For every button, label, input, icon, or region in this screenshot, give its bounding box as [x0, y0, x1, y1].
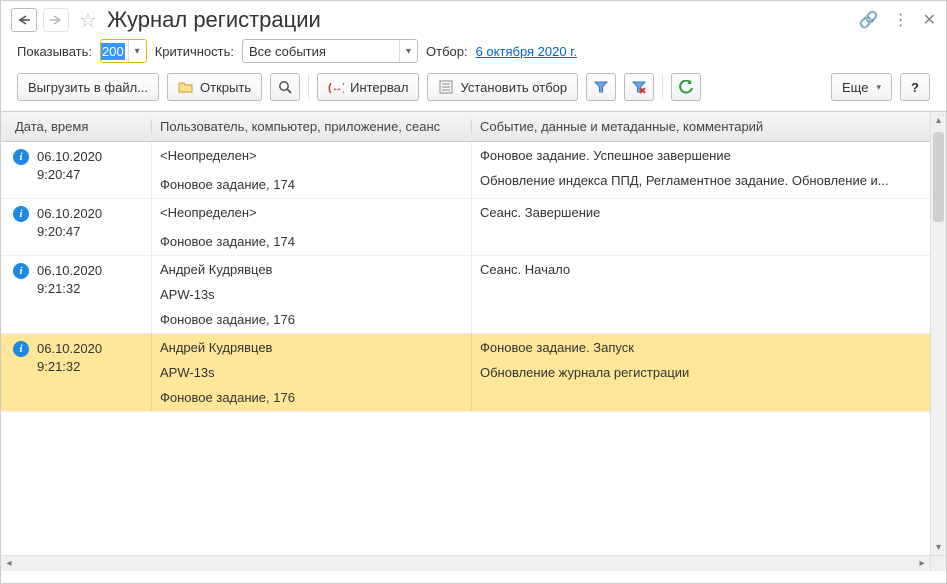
row-time: 9:21:32: [37, 358, 102, 376]
row-time: 9:20:47: [37, 166, 102, 184]
info-icon: i: [13, 263, 29, 279]
filter-date-link[interactable]: 6 октября 2020 г.: [476, 44, 577, 59]
criticality-value: Все события: [243, 44, 399, 59]
row-date: 06.10.2020: [37, 340, 102, 358]
folder-open-icon: [178, 79, 194, 95]
row-app: Фоновое задание, 174: [160, 234, 463, 249]
help-button[interactable]: ?: [900, 73, 930, 101]
row-user: <Неопределен>: [160, 205, 463, 220]
info-icon: i: [13, 341, 29, 357]
interval-button[interactable]: (↔) Интервал: [317, 73, 419, 101]
row-user: Андрей Кудрявцев: [160, 262, 463, 277]
table-header: Дата, время Пользователь, компьютер, при…: [1, 112, 946, 142]
cell-user: Андрей Кудрявцев APW-13s Фоновое задание, …: [151, 256, 471, 333]
svg-text:(↔): (↔): [328, 82, 344, 93]
refresh-icon: [678, 79, 694, 95]
refresh-button[interactable]: [671, 73, 701, 101]
cell-event: Сеанс. Завершение: [471, 199, 946, 255]
criticality-dropdown-icon[interactable]: ▾: [399, 40, 417, 62]
scroll-up-icon[interactable]: ▴: [931, 112, 946, 128]
cell-user: Андрей Кудрявцев APW-13s Фоновое задание, …: [151, 334, 471, 411]
vertical-scrollbar[interactable]: ▴ ▾: [930, 112, 946, 555]
funnel-icon: [593, 79, 609, 95]
horizontal-scrollbar[interactable]: ◂ ▸: [1, 555, 930, 571]
row-date: 06.10.2020: [37, 205, 102, 223]
set-filter-button[interactable]: Установить отбор: [427, 73, 578, 101]
show-count-value[interactable]: 200: [101, 43, 125, 60]
clear-filter-button[interactable]: [624, 73, 654, 101]
col-user-header[interactable]: Пользователь, компьютер, приложение, сеа…: [151, 119, 471, 134]
search-button[interactable]: [270, 73, 300, 101]
cell-date: i 06.10.20209:21:32: [1, 334, 151, 411]
link-icon[interactable]: 🔗: [859, 10, 879, 30]
cell-date: i 06.10.20209:20:47: [1, 142, 151, 198]
scroll-left-icon[interactable]: ◂: [1, 556, 17, 571]
row-time: 9:21:32: [37, 280, 102, 298]
magnifier-icon: [277, 79, 293, 95]
row-event: Фоновое задание. Запуск: [480, 340, 938, 355]
info-icon: i: [13, 149, 29, 165]
col-date-header[interactable]: Дата, время: [1, 119, 151, 134]
cell-user: <Неопределен> Фоновое задание, 174: [151, 142, 471, 198]
row-detail: Обновление журнала регистрации: [480, 365, 938, 380]
row-detail: Обновление индекса ППД, Регламентное зад…: [480, 173, 938, 188]
page-title: Журнал регистрации: [107, 7, 853, 33]
chevron-down-icon: ▾: [876, 82, 881, 93]
row-date: 06.10.2020: [37, 148, 102, 166]
row-date: 06.10.2020: [37, 262, 102, 280]
row-event: Фоновое задание. Успешное завершение: [480, 148, 938, 163]
row-app: Фоновое задание, 176: [160, 312, 463, 327]
table-row[interactable]: i 06.10.20209:21:32 Андрей Кудрявцев APW-13…: [1, 334, 946, 412]
scroll-down-icon[interactable]: ▾: [931, 539, 946, 555]
row-app: Фоновое задание, 174: [160, 177, 463, 192]
table-row[interactable]: i 06.10.20209:20:47 <Неопределен> Фоновое з…: [1, 142, 946, 199]
toolbar: Выгрузить в файл... Открыть (↔) Интервал…: [1, 69, 946, 111]
show-label: Показывать:: [17, 44, 92, 59]
show-count-field[interactable]: 200 ▾: [100, 39, 147, 63]
cell-user: <Неопределен> Фоновое задание, 174: [151, 199, 471, 255]
funnel-clear-icon: [631, 79, 647, 95]
cell-date: i 06.10.20209:20:47: [1, 199, 151, 255]
col-event-header[interactable]: Событие, данные и метаданные, комментари…: [471, 119, 946, 134]
interval-icon: (↔): [328, 79, 344, 95]
scroll-right-icon[interactable]: ▸: [914, 556, 930, 571]
filters-row: Показывать: 200 ▾ Критичность: Все событ…: [1, 37, 946, 69]
row-app: Фоновое задание, 176: [160, 390, 463, 405]
back-button[interactable]: [11, 8, 37, 32]
cell-event: Фоновое задание. Успешное завершение Обно…: [471, 142, 946, 198]
row-time: 9:20:47: [37, 223, 102, 241]
cell-event: Фоновое задание. Запуск Обновление журнал…: [471, 334, 946, 411]
close-icon[interactable]: ✕: [923, 10, 936, 30]
row-user: <Неопределен>: [160, 148, 463, 163]
criticality-label: Критичность:: [155, 44, 234, 59]
scrollbar-corner: [930, 555, 946, 571]
filter-label: Отбор:: [426, 44, 468, 59]
favorite-star-icon[interactable]: ☆: [79, 8, 97, 33]
cell-event: Сеанс. Начало: [471, 256, 946, 333]
cell-date: i 06.10.20209:21:32: [1, 256, 151, 333]
criticality-select[interactable]: Все события ▾: [242, 39, 418, 63]
scrollbar-thumb[interactable]: [933, 132, 944, 222]
table-body: i06.10.20209:20:47<Неопределен>Фоновое з…: [1, 142, 946, 572]
export-button[interactable]: Выгрузить в файл...: [17, 73, 159, 101]
titlebar: ☆ Журнал регистрации 🔗 ⋮ ✕: [1, 1, 946, 37]
info-icon: i: [13, 206, 29, 222]
forward-button[interactable]: [43, 8, 69, 32]
row-event: Сеанс. Завершение: [480, 205, 938, 220]
row-computer: APW-13s: [160, 365, 463, 380]
row-computer: APW-13s: [160, 287, 463, 302]
row-user: Андрей Кудрявцев: [160, 340, 463, 355]
log-table: Дата, время Пользователь, компьютер, при…: [1, 111, 946, 571]
filter-funnel-button[interactable]: [586, 73, 616, 101]
open-button[interactable]: Открыть: [167, 73, 262, 101]
row-event: Сеанс. Начало: [480, 262, 938, 277]
table-row[interactable]: i 06.10.20209:20:47 <Неопределен> Фоновое з…: [1, 199, 946, 256]
kebab-menu-icon[interactable]: ⋮: [893, 10, 909, 30]
show-count-dropdown-icon[interactable]: ▾: [128, 40, 146, 62]
more-button[interactable]: Еще ▾: [831, 73, 892, 101]
filter-settings-icon: [438, 79, 454, 95]
table-row[interactable]: i 06.10.20209:21:32 Андрей Кудрявцев APW-13…: [1, 256, 946, 334]
